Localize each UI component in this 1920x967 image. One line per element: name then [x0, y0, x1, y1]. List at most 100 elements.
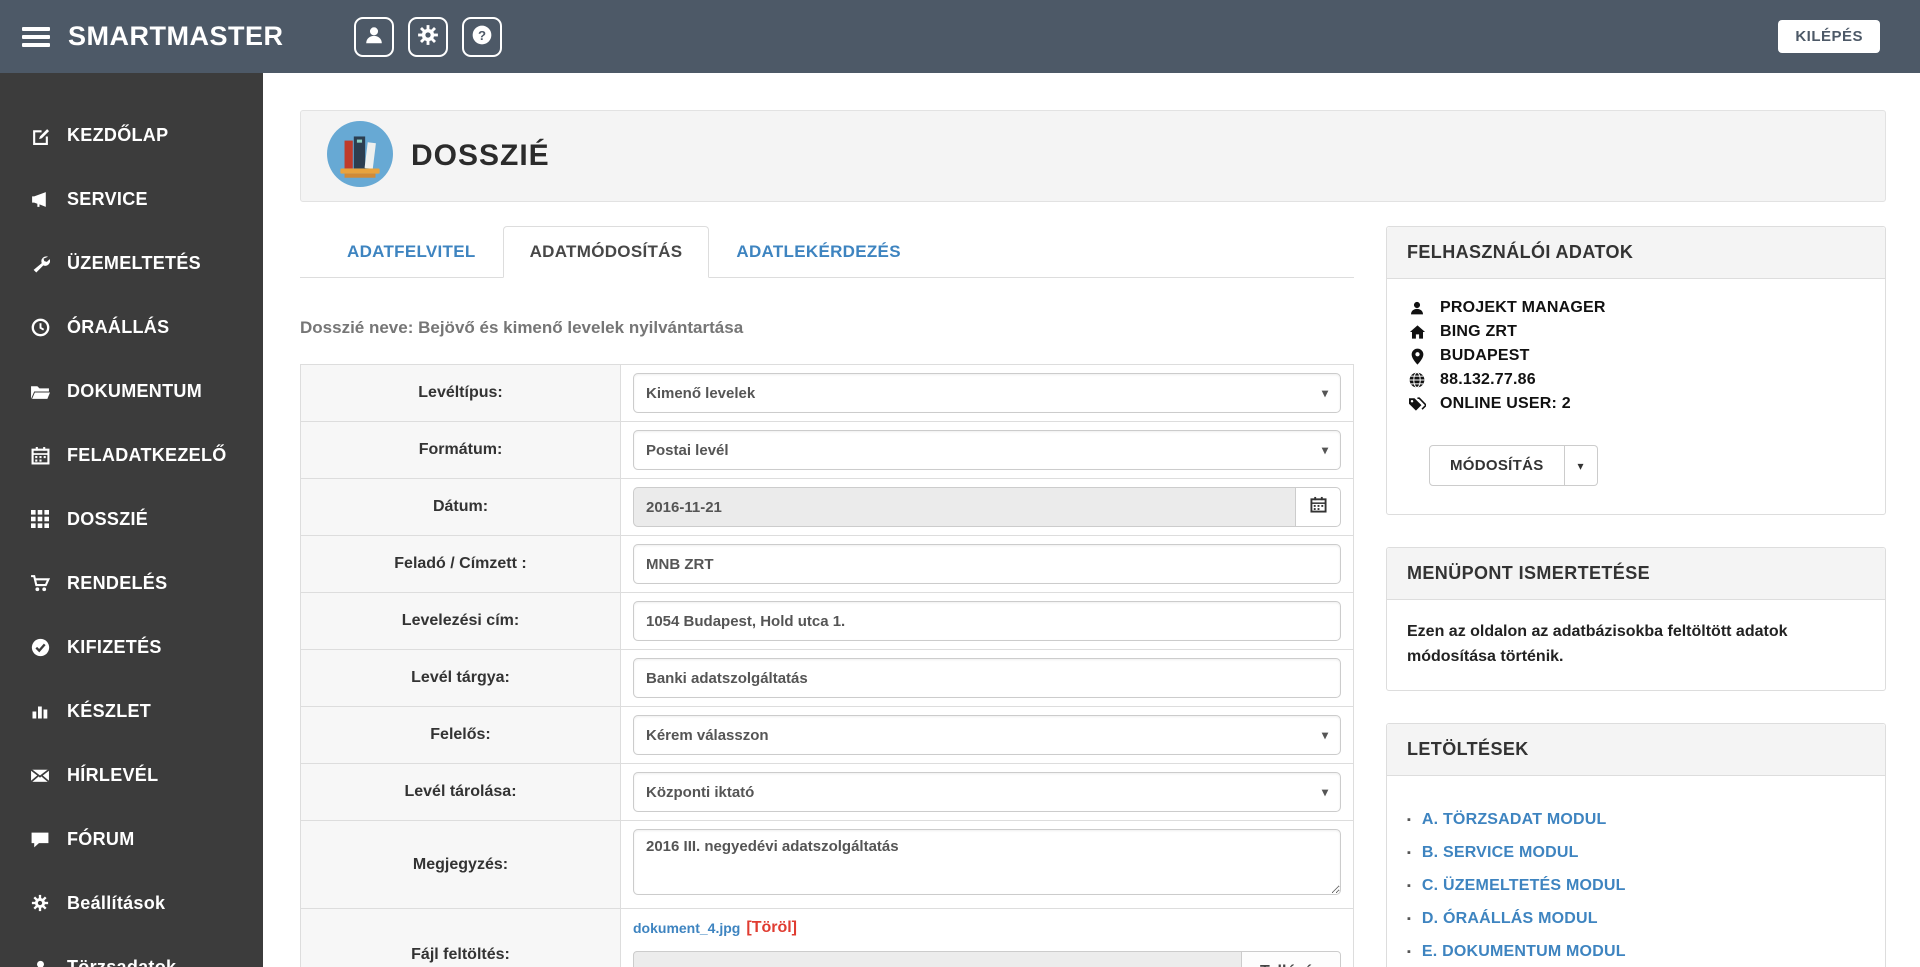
modify-dropdown-button[interactable] [1564, 445, 1598, 486]
hamburger-menu-icon[interactable] [22, 23, 50, 51]
form-row-level-targya: Levél tárgya: [300, 649, 1354, 707]
online-users-row: ONLINE USER: 2 [1407, 395, 1865, 413]
download-link-oraallas[interactable]: D. ÓRAÁLLÁS MODUL [1407, 910, 1865, 928]
company-row: BING ZRT [1407, 323, 1865, 341]
sidebar-item-dokumentum[interactable]: DOKUMENTUM [0, 359, 263, 423]
level-tarolasa-select[interactable]: Központi iktató [633, 772, 1341, 812]
dossier-form: Levéltípus: Kimenő levelek Formátum: [300, 364, 1354, 967]
user-data-panel-title: FELHASZNÁLÓI ADATOK [1387, 227, 1885, 279]
delete-file-button[interactable]: [Töröl] [746, 919, 797, 937]
city-row: BUDAPEST [1407, 347, 1865, 365]
gear-icon [28, 894, 52, 912]
form-row-levelezesi-cim: Levelezési cím: [300, 592, 1354, 650]
download-link-dokumentum[interactable]: E. DOKUMENTUM MODUL [1407, 943, 1865, 961]
sidebar-item-keszlet[interactable]: KÉSZLET [0, 679, 263, 743]
grid-icon [28, 510, 52, 528]
leveltipus-select[interactable]: Kimenő levelek [633, 373, 1341, 413]
gear-icon [417, 24, 439, 49]
sidebar-item-kezdolap[interactable]: KEZDŐLAP [0, 103, 263, 167]
user-icon [28, 958, 52, 967]
sidebar-item-dosszie[interactable]: DOSSZIÉ [0, 487, 263, 551]
envelope-icon [28, 766, 52, 785]
user-data-panel: FELHASZNÁLÓI ADATOK PROJEKT MANAGER BING… [1386, 226, 1886, 515]
brand-title: SMARTMASTER [68, 21, 284, 51]
user-name-row: PROJEKT MANAGER [1407, 299, 1865, 317]
megaphone-icon [28, 190, 52, 209]
map-marker-icon [1407, 348, 1427, 365]
form-row-formatum: Formátum: Postai levél [300, 421, 1354, 479]
downloads-panel-title: LETÖLTÉSEK [1387, 723, 1885, 776]
felado-label: Feladó / Címzett : [300, 535, 621, 593]
globe-icon [1407, 372, 1427, 388]
folder-icon [28, 382, 52, 401]
modify-button[interactable]: MÓDOSÍTÁS [1429, 445, 1565, 486]
tags-icon [1407, 396, 1427, 412]
sidebar-item-torzsadatok[interactable]: Törzsadatok [0, 935, 263, 967]
uploaded-file-link[interactable]: dokument_4.jpg [633, 920, 740, 936]
page-title: DOSSZIÉ [411, 139, 550, 172]
sidebar-item-uzemeltetes[interactable]: ÜZEMELTETÉS [0, 231, 263, 295]
tab-adatmodositas[interactable]: ADATMÓDOSÍTÁS [502, 226, 710, 278]
wrench-icon [28, 254, 52, 273]
edit-icon [28, 126, 52, 145]
user-icon [1407, 300, 1427, 316]
level-targya-label: Levél tárgya: [300, 649, 621, 707]
formatum-select[interactable]: Postai levél [633, 430, 1341, 470]
svg-text:?: ? [477, 28, 485, 43]
tab-adatfelvitel[interactable]: ADATFELVITEL [320, 226, 503, 278]
megjegyzes-label: Megjegyzés: [300, 820, 621, 909]
sidebar-item-forum[interactable]: FÓRUM [0, 807, 263, 871]
felado-input[interactable] [633, 544, 1341, 584]
sidebar-item-feladatkezelo[interactable]: FELADATKEZELŐ [0, 423, 263, 487]
bullet-icon [1407, 913, 1411, 925]
browse-button[interactable]: Tallózás [1241, 952, 1340, 967]
logout-button[interactable]: KILÉPÉS [1778, 20, 1880, 53]
download-link-uzemeltetes[interactable]: C. ÜZEMELTETÉS MODUL [1407, 877, 1865, 895]
form-row-leveltipus: Levéltípus: Kimenő levelek [300, 364, 1354, 422]
sidebar-item-rendeles[interactable]: RENDELÉS [0, 551, 263, 615]
ip-address-row: 88.132.77.86 [1407, 371, 1865, 389]
form-row-felado: Feladó / Címzett : [300, 535, 1354, 593]
sidebar-item-beallitasok[interactable]: Beállítások [0, 871, 263, 935]
datum-input[interactable] [633, 487, 1295, 527]
tab-bar: ADATFELVITEL ADATMÓDOSÍTÁS ADATLEKÉRDEZÉ… [300, 226, 1354, 278]
fajl-feltoltes-label: Fájl feltöltés: [300, 908, 621, 967]
sidebar-item-service[interactable]: SERVICE [0, 167, 263, 231]
app-window: SMARTMASTER ? KILÉPÉS KEZDŐLAP SERVICE Ü… [0, 0, 1920, 967]
settings-button[interactable] [407, 16, 448, 57]
chevron-down-icon [1322, 785, 1328, 799]
tab-adatlekerdezes[interactable]: ADATLEKÉRDEZÉS [709, 226, 927, 278]
form-row-fajl-feltoltes: Fájl feltöltés: dokument_4.jpg [Töröl] T… [300, 908, 1354, 967]
chevron-down-icon [1322, 728, 1328, 742]
file-upload-input[interactable]: Tallózás [633, 951, 1341, 967]
sidebar-item-hirlevel[interactable]: HÍRLEVÉL [0, 743, 263, 807]
menu-info-panel-title: MENÜPONT ISMERTETÉSE [1387, 548, 1885, 600]
top-bar: SMARTMASTER ? KILÉPÉS [0, 0, 1920, 73]
felelos-label: Felelős: [300, 706, 621, 764]
calendar-icon [28, 446, 52, 465]
felelos-select[interactable]: Kérem válasszon [633, 715, 1341, 755]
page-header: DOSSZIÉ [300, 110, 1886, 202]
calendar-picker-button[interactable] [1295, 487, 1341, 527]
form-row-datum: Dátum: [300, 478, 1354, 536]
chevron-down-icon [1322, 386, 1328, 400]
help-button[interactable]: ? [461, 16, 502, 57]
level-tarolasa-label: Levél tárolása: [300, 763, 621, 821]
sidebar-item-kifizetes[interactable]: KIFIZETÉS [0, 615, 263, 679]
user-button[interactable] [353, 16, 394, 57]
calendar-icon [1309, 496, 1327, 518]
menu-info-panel: MENÜPONT ISMERTETÉSE Ezen az oldalon az … [1386, 547, 1886, 691]
formatum-label: Formátum: [300, 421, 621, 479]
download-link-service[interactable]: B. SERVICE MODUL [1407, 844, 1865, 862]
clock-icon [28, 318, 52, 337]
chevron-down-icon [1322, 443, 1328, 457]
megjegyzes-textarea[interactable]: 2016 III. negyedévi adatszolgáltatás [633, 829, 1341, 895]
download-link-torzsadat[interactable]: A. TÖRZSADAT MODUL [1407, 811, 1865, 829]
form-column: ADATFELVITEL ADATMÓDOSÍTÁS ADATLEKÉRDEZÉ… [300, 226, 1354, 967]
level-targya-input[interactable] [633, 658, 1341, 698]
user-icon [363, 24, 385, 49]
comment-icon [28, 830, 52, 849]
sidebar-nav: KEZDŐLAP SERVICE ÜZEMELTETÉS ÓRAÁLLÁS DO… [0, 73, 263, 967]
levelezesi-cim-input[interactable] [633, 601, 1341, 641]
sidebar-item-oraallas[interactable]: ÓRAÁLLÁS [0, 295, 263, 359]
